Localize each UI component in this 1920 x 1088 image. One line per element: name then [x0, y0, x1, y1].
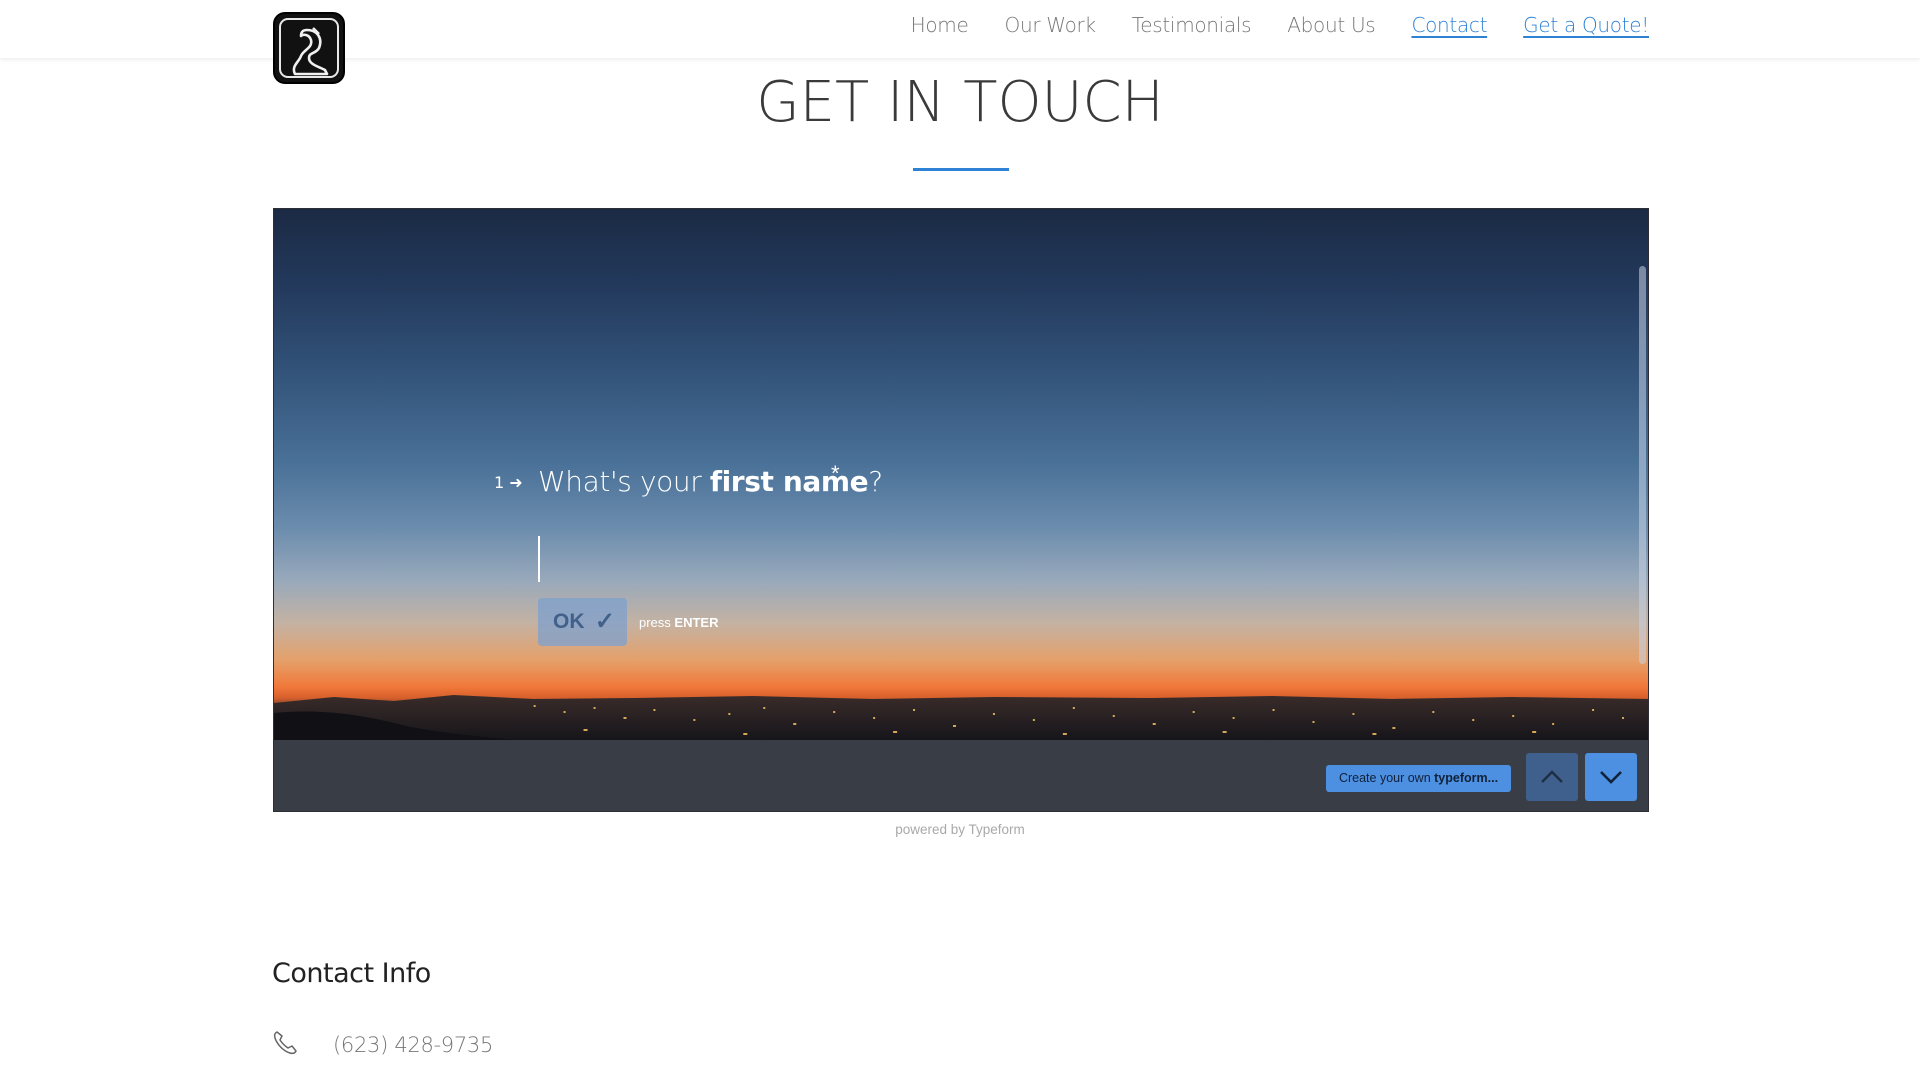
phone-icon — [273, 1031, 297, 1055]
nav-link-our-work[interactable]: Our Work — [1005, 12, 1097, 38]
question-number: 1 ➜ — [494, 473, 523, 492]
nav-link-contact[interactable]: Contact — [1411, 12, 1487, 38]
title-underline — [913, 168, 1009, 171]
city-lights-skyline — [274, 695, 1648, 740]
typeform-embed: 1 ➜ What's your first name? * OK ✓ press… — [273, 208, 1649, 812]
previous-question-button[interactable] — [1526, 753, 1578, 801]
next-question-button[interactable] — [1585, 753, 1637, 801]
first-name-input[interactable] — [538, 536, 540, 582]
sunset-background — [274, 209, 1648, 740]
ok-button[interactable]: OK ✓ — [538, 598, 627, 646]
nav-link-testimonials[interactable]: Testimonials — [1132, 12, 1252, 38]
powered-by-typeform-link[interactable]: powered by Typeform — [0, 822, 1920, 837]
nav-link-home[interactable]: Home — [911, 12, 969, 38]
check-icon: ✓ — [594, 608, 615, 635]
site-logo[interactable] — [273, 12, 345, 84]
nav-link-get-a-quote[interactable]: Get a Quote! — [1523, 12, 1649, 38]
phone-number[interactable]: (623) 428-9735 — [333, 1033, 493, 1057]
create-typeform-button[interactable]: Create your own typeform... — [1326, 765, 1511, 792]
chevron-up-icon — [1541, 770, 1563, 783]
scrollbar[interactable] — [1639, 266, 1646, 664]
main-nav: Home Our Work Testimonials About Us Cont… — [875, 12, 1650, 38]
contact-info-heading: Contact Info — [272, 958, 431, 989]
press-enter-hint: press ENTER — [639, 615, 719, 630]
chevron-down-icon — [1600, 771, 1622, 784]
nav-link-about-us[interactable]: About Us — [1287, 12, 1375, 38]
logo-mark-icon — [292, 27, 329, 76]
required-mark: * — [831, 461, 840, 486]
